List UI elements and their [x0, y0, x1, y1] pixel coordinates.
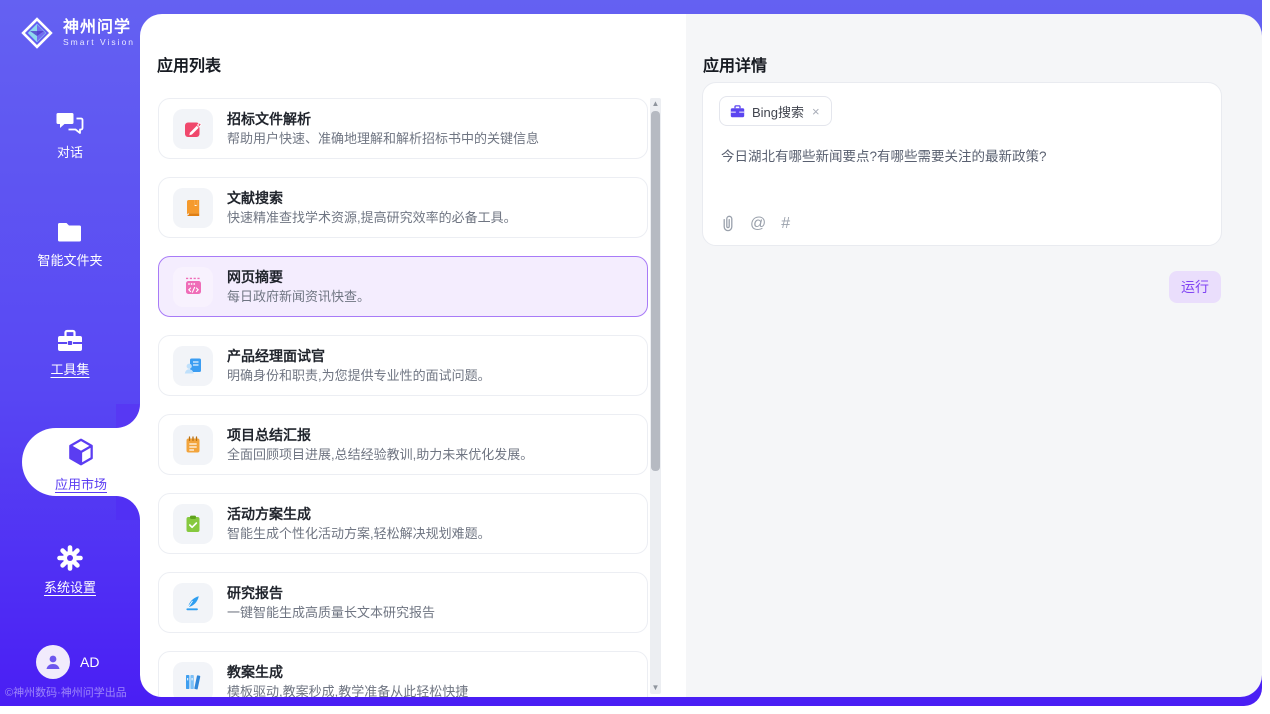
copyright-footer: ©神州数码·神州问学出品 — [0, 684, 140, 700]
diamond-logo-icon — [19, 15, 55, 51]
app-card-title: 招标文件解析 — [227, 112, 539, 127]
app-card-desc: 每日政府新闻资讯快查。 — [227, 290, 370, 304]
briefcase-icon — [730, 105, 745, 118]
app-card-title: 活动方案生成 — [227, 507, 491, 522]
tag-close-icon[interactable]: × — [811, 104, 821, 119]
prompt-card: Bing搜索 × 今日湖北有哪些新闻要点?有哪些需要关注的最新政策? @ # — [702, 82, 1222, 246]
scrollbar-down-arrow[interactable]: ▼ — [650, 682, 661, 694]
app-list-panel: 应用列表 招标文件解析 帮助用户快速、准确地理解和解析招标书中的关键信息 — [140, 14, 686, 697]
gear-icon — [55, 543, 85, 573]
app-icon-box — [173, 662, 213, 698]
app-icon-box — [173, 504, 213, 544]
book-icon — [183, 198, 203, 218]
sidebar-item-label: 工具集 — [50, 362, 89, 377]
sidebar-item-label: 智能文件夹 — [37, 253, 102, 268]
scrollbar[interactable]: ▲ ▼ — [650, 98, 661, 694]
topic-icon[interactable]: # — [781, 216, 790, 232]
chat-icon — [55, 110, 85, 138]
user-initials: AD — [80, 654, 99, 670]
app-card-project-summary[interactable]: 项目总结汇报 全面回顾项目进展,总结经验教训,助力未来优化发展。 — [158, 414, 648, 475]
app-card-desc: 帮助用户快速、准确地理解和解析招标书中的关键信息 — [227, 132, 539, 146]
app-card-title: 研究报告 — [227, 586, 435, 601]
app-card-lesson-plan[interactable]: 教案生成 模板驱动,教案秒成,教学准备从此轻松快捷 — [158, 651, 648, 697]
sidebar-item-settings[interactable]: 系统设置 — [0, 543, 140, 597]
attach-toolbar: @ # — [721, 215, 790, 232]
app-card-title: 产品经理面试官 — [227, 349, 491, 364]
app-list-title: 应用列表 — [157, 52, 221, 76]
sidebar-item-label: 系统设置 — [44, 580, 96, 595]
brand-subtitle: Smart Vision — [63, 37, 135, 48]
sidebar-item-label: 对话 — [57, 145, 83, 160]
sidebar-item-chat[interactable]: 对话 — [0, 110, 140, 162]
app-card-research-report[interactable]: 研究报告 一键智能生成高质量长文本研究报告 — [158, 572, 648, 633]
app-icon-box — [173, 346, 213, 386]
bubble-notch-bottom — [116, 496, 140, 520]
sidebar-item-toolset[interactable]: 工具集 — [0, 328, 140, 379]
brand-logo: 神州问学 Smart Vision — [19, 15, 135, 51]
interviewer-icon — [183, 356, 203, 376]
app-icon-box — [173, 109, 213, 149]
folder-icon — [55, 220, 85, 246]
app-card-web-summary[interactable]: 网页摘要 每日政府新闻资讯快查。 — [158, 256, 648, 317]
app-card-pm-interviewer[interactable]: 产品经理面试官 明确身份和职责,为您提供专业性的面试问题。 — [158, 335, 648, 396]
sidebar-item-label: 应用市场 — [22, 474, 140, 493]
sidebar-item-app-market[interactable]: 应用市场 — [22, 428, 140, 496]
app-icon-box — [173, 267, 213, 307]
tool-tag-bing-search[interactable]: Bing搜索 × — [719, 96, 832, 126]
sidebar: 神州问学 Smart Vision 对话 智能文件夹 — [0, 0, 140, 706]
avatar — [36, 645, 70, 679]
app-card-desc: 明确身份和职责,为您提供专业性的面试问题。 — [227, 369, 491, 383]
bubble-notch-top — [116, 404, 140, 428]
app-icon-box — [173, 425, 213, 465]
tool-tag-label: Bing搜索 — [752, 102, 804, 121]
app-card-desc: 一键智能生成高质量长文本研究报告 — [227, 606, 435, 620]
app-icon-box — [173, 583, 213, 623]
person-icon — [43, 652, 63, 672]
app-card-title: 教案生成 — [227, 665, 468, 680]
app-card-event-plan[interactable]: 活动方案生成 智能生成个性化活动方案,轻松解决规划难题。 — [158, 493, 648, 554]
app-card-desc: 全面回顾项目进展,总结经验教训,助力未来优化发展。 — [227, 448, 533, 462]
app-card-title: 文献搜索 — [227, 191, 517, 206]
app-card-literature-search[interactable]: 文献搜索 快速精准查找学术资源,提高研究效率的必备工具。 — [158, 177, 648, 238]
user-account[interactable]: AD — [36, 645, 99, 679]
app-card-desc: 快速精准查找学术资源,提高研究效率的必备工具。 — [227, 211, 517, 225]
app-detail-title: 应用详情 — [703, 52, 767, 76]
app-card-title: 项目总结汇报 — [227, 428, 533, 443]
notepad-icon — [183, 435, 203, 455]
app-detail-panel: 应用详情 Bing搜索 × 今日湖北有哪些新闻要点?有哪些需要关注的最新政策? … — [686, 14, 1262, 697]
scrollbar-thumb[interactable] — [651, 111, 660, 471]
app-card-desc: 模板驱动,教案秒成,教学准备从此轻松快捷 — [227, 685, 468, 698]
run-button[interactable]: 运行 — [1169, 271, 1221, 303]
scrollbar-up-arrow[interactable]: ▲ — [650, 98, 661, 110]
brand-name: 神州问学 — [63, 19, 135, 37]
prompt-input[interactable]: 今日湖北有哪些新闻要点?有哪些需要关注的最新政策? — [721, 145, 1203, 165]
app-card-bid-parse[interactable]: 招标文件解析 帮助用户快速、准确地理解和解析招标书中的关键信息 — [158, 98, 648, 159]
app-icon-box — [173, 188, 213, 228]
app-window: 神州问学 Smart Vision 对话 智能文件夹 — [0, 0, 1270, 714]
mention-icon[interactable]: @ — [750, 216, 766, 232]
cube-icon — [65, 436, 97, 468]
toolbox-icon — [55, 328, 85, 355]
app-card-list: 招标文件解析 帮助用户快速、准确地理解和解析招标书中的关键信息 文献搜索 快速精… — [158, 98, 648, 697]
paperclip-icon[interactable] — [721, 215, 735, 232]
browser-code-icon — [183, 276, 204, 297]
app-card-title: 网页摘要 — [227, 270, 370, 285]
quill-report-icon — [183, 593, 203, 613]
sidebar-item-smart-folder[interactable]: 智能文件夹 — [0, 220, 140, 270]
books-icon — [183, 672, 203, 692]
app-card-desc: 智能生成个性化活动方案,轻松解决规划难题。 — [227, 527, 491, 541]
clipboard-check-icon — [183, 514, 203, 534]
pen-square-icon — [183, 119, 203, 139]
